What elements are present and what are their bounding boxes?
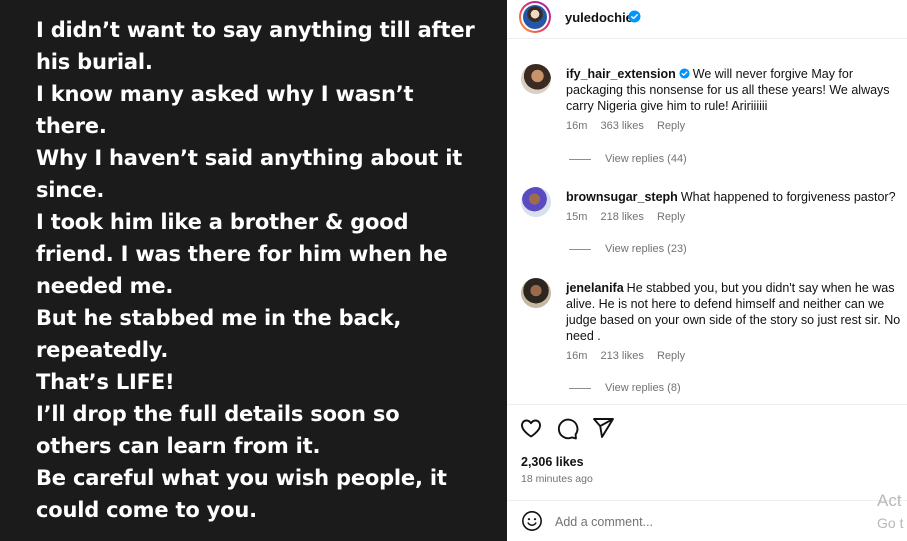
view-replies-button[interactable]: View replies (8): [569, 382, 681, 394]
comment-time: 16m: [566, 350, 588, 362]
share-icon[interactable]: [591, 416, 615, 440]
divider: [507, 500, 907, 501]
post-text-line: That’s LIFE!: [36, 370, 175, 394]
post-time: 18 minutes ago: [521, 473, 593, 485]
comment-body: ify_hair_extension We will never forgive …: [566, 66, 907, 114]
post-text-line: could come to you.: [36, 498, 257, 522]
replies-line: [569, 387, 591, 389]
post-text-line: I didn’t want to say anything till after: [36, 18, 475, 42]
view-replies-button[interactable]: View replies (23): [569, 243, 687, 255]
comment-likes[interactable]: 363 likes: [600, 120, 643, 132]
commenter-avatar[interactable]: [521, 64, 551, 94]
comment-username[interactable]: ify_hair_extension: [566, 67, 676, 81]
post-text-line: I know many asked why I wasn’t: [36, 82, 414, 106]
post-text-line: since.: [36, 178, 105, 202]
comment-time: 15m: [566, 211, 588, 223]
post-text-line: needed me.: [36, 274, 174, 298]
post-text: I didn’t want to say anything till after…: [36, 14, 496, 526]
comment-username[interactable]: brownsugar_steph: [566, 190, 678, 204]
windows-watermark: Act Go t: [877, 490, 903, 534]
view-replies-label: View replies (44): [605, 153, 687, 165]
comment-text: What happened to forgiveness pastor?: [680, 190, 896, 204]
comment-body: jenelanifa He stabbed you, but you didn't…: [566, 280, 907, 344]
comment-likes[interactable]: 213 likes: [600, 350, 643, 362]
post-text-line: Why I haven’t said anything about it: [36, 146, 463, 170]
view-replies-label: View replies (8): [605, 382, 681, 394]
replies-line: [569, 158, 591, 160]
verified-badge-icon: [628, 10, 641, 23]
commenter-avatar[interactable]: [521, 187, 551, 217]
post-text-line: Be careful what you wish people, it: [36, 466, 447, 490]
comment-icon[interactable]: [555, 416, 579, 440]
post-text-line: I’ll drop the full details soon so: [36, 402, 400, 426]
divider: [507, 38, 907, 39]
comment-input[interactable]: [555, 512, 855, 532]
watermark-line: Go t: [877, 515, 904, 531]
likes-count[interactable]: 2,306 likes: [521, 455, 584, 469]
replies-line: [569, 248, 591, 250]
reply-button[interactable]: Reply: [657, 350, 685, 362]
view-replies-button[interactable]: View replies (44): [569, 153, 687, 165]
reply-button[interactable]: Reply: [657, 211, 685, 223]
verified-badge-icon: [679, 68, 690, 79]
post-text-line: his burial.: [36, 50, 153, 74]
heart-icon[interactable]: [519, 416, 543, 440]
comment-meta: 16m 213 likes Reply: [566, 350, 695, 362]
author-username[interactable]: yuledochie: [565, 10, 633, 25]
comments-panel: yuledochie ify_hair_extension We will nev…: [507, 0, 907, 541]
author-avatar[interactable]: [519, 1, 551, 33]
comment-likes[interactable]: 218 likes: [600, 211, 643, 223]
emoji-icon[interactable]: [521, 510, 543, 532]
comment-meta: 15m 218 likes Reply: [566, 211, 695, 223]
post-header: yuledochie: [507, 0, 907, 36]
post-image: I didn’t want to say anything till after…: [0, 0, 507, 541]
post-text-line: friend. I was there for him when he: [36, 242, 448, 266]
post-text-line: But he stabbed me in the back,: [36, 306, 402, 330]
post-text-line: I took him like a brother & good: [36, 210, 409, 234]
commenter-avatar[interactable]: [521, 278, 551, 308]
post-text-line: there.: [36, 114, 107, 138]
divider: [507, 404, 907, 405]
view-replies-label: View replies (23): [605, 243, 687, 255]
comment-body: brownsugar_steph What happened to forgive…: [566, 189, 907, 205]
reply-button[interactable]: Reply: [657, 120, 685, 132]
comment-time: 16m: [566, 120, 588, 132]
watermark-line: Act: [877, 491, 902, 510]
comment-meta: 16m 363 likes Reply: [566, 120, 695, 132]
comment-username[interactable]: jenelanifa: [566, 281, 624, 295]
post-text-line: repeatedly.: [36, 338, 169, 362]
post-text-line: others can learn from it.: [36, 434, 321, 458]
